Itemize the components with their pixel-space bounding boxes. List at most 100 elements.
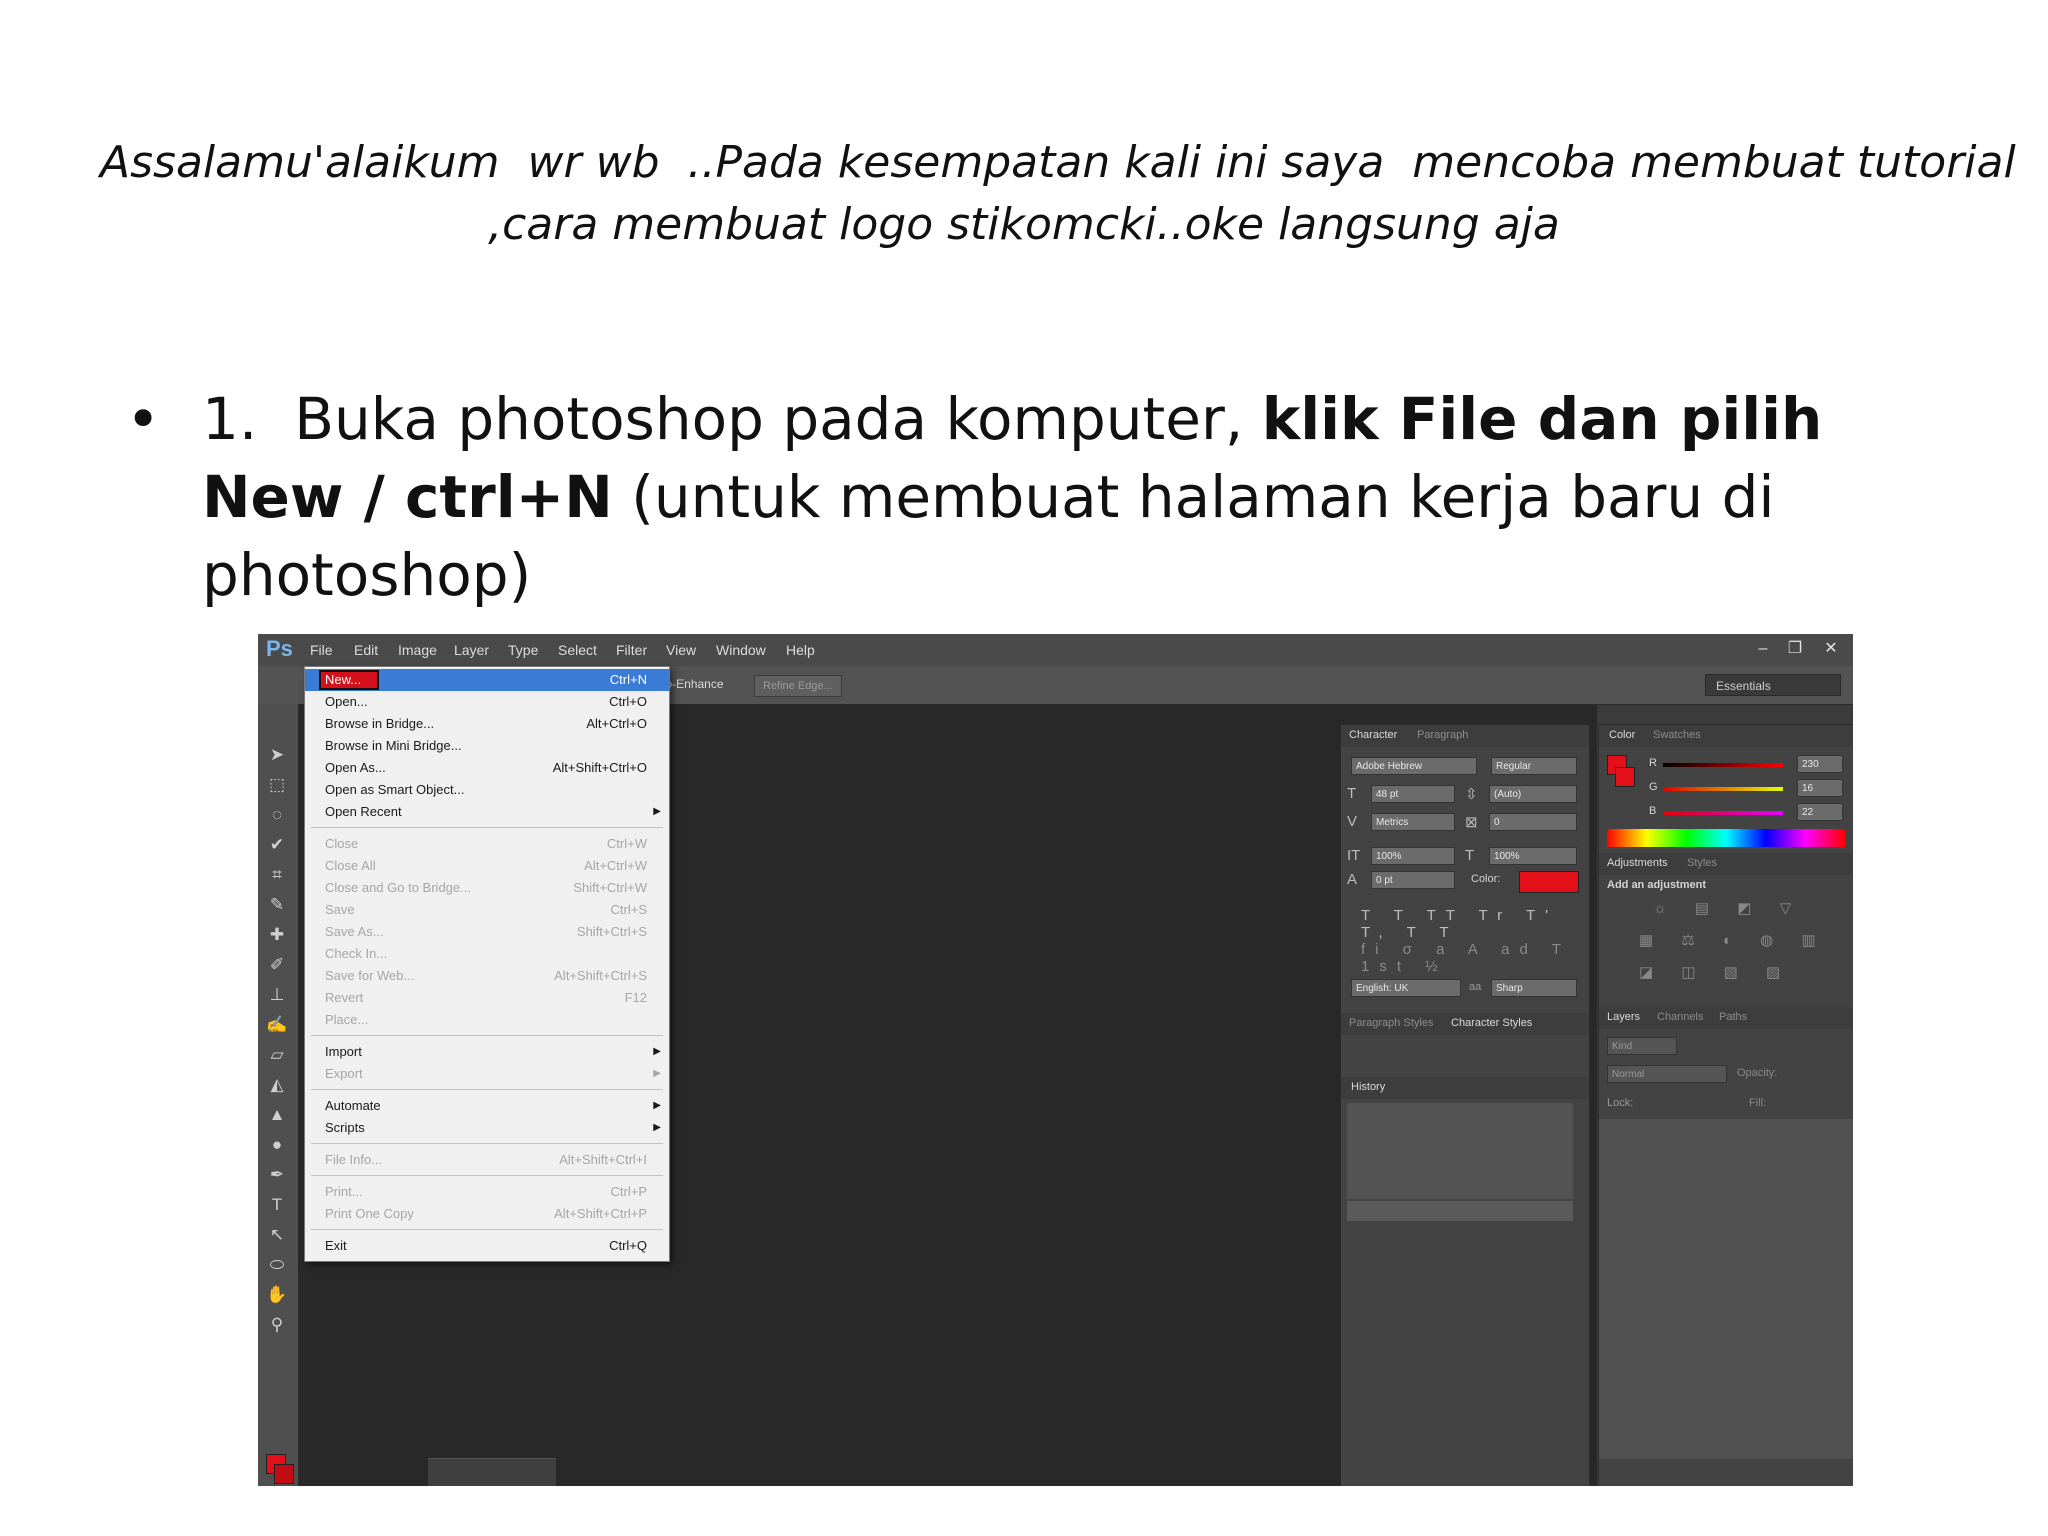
- vertical-scale-field[interactable]: 100%: [1371, 847, 1455, 865]
- quick-select-tool-icon[interactable]: ✔: [266, 834, 288, 856]
- tab-paragraph[interactable]: Paragraph: [1417, 729, 1468, 741]
- background-color-swatch[interactable]: [274, 1464, 294, 1484]
- type-tool-icon[interactable]: T: [266, 1194, 288, 1216]
- adjustment-icons-row-2[interactable]: ▦ ⚖ ◐ ◍ ▥: [1639, 931, 1828, 949]
- history-brush-tool-icon[interactable]: ✍: [266, 1014, 288, 1036]
- horizontal-scale-field[interactable]: 100%: [1489, 847, 1577, 865]
- layer-kind-filter[interactable]: Kind: [1607, 1037, 1677, 1055]
- file-menu-item[interactable]: Import ▶: [305, 1041, 669, 1063]
- r-slider[interactable]: [1663, 763, 1783, 767]
- font-style-select[interactable]: Regular: [1491, 757, 1577, 775]
- file-menu-item[interactable]: Print... Ctrl+P: [305, 1181, 669, 1203]
- tab-character-styles[interactable]: Character Styles: [1451, 1017, 1532, 1029]
- antialias-select[interactable]: Sharp: [1491, 979, 1577, 997]
- baseline-shift-field[interactable]: 0 pt: [1371, 871, 1455, 889]
- tab-history[interactable]: History: [1351, 1081, 1385, 1093]
- font-size-field[interactable]: 48 pt: [1371, 785, 1455, 803]
- tab-color[interactable]: Color: [1609, 729, 1635, 741]
- blur-tool-icon[interactable]: ▲: [266, 1104, 288, 1126]
- font-family-select[interactable]: Adobe Hebrew: [1351, 757, 1477, 775]
- tab-adjustments[interactable]: Adjustments: [1607, 857, 1668, 869]
- close-icon[interactable]: ✕: [1817, 638, 1845, 660]
- menu-type[interactable]: Type: [508, 642, 538, 658]
- paint-bucket-tool-icon[interactable]: ◭: [266, 1074, 288, 1096]
- file-menu-item[interactable]: Browse in Mini Bridge...: [305, 735, 669, 757]
- g-slider[interactable]: [1663, 787, 1783, 791]
- marquee-tool-icon[interactable]: ⬚: [266, 774, 288, 796]
- file-menu-item[interactable]: Save Ctrl+S: [305, 899, 669, 921]
- file-menu-item[interactable]: Place...: [305, 1009, 669, 1031]
- tab-layers[interactable]: Layers: [1607, 1011, 1640, 1023]
- move-tool-icon[interactable]: ➤: [266, 744, 288, 766]
- hand-tool-icon[interactable]: ✋: [266, 1284, 288, 1306]
- file-menu-item[interactable]: Check In...: [305, 943, 669, 965]
- file-menu-item[interactable]: Open As... Alt+Shift+Ctrl+O: [305, 757, 669, 779]
- refine-edge-button[interactable]: Refine Edge...: [754, 675, 842, 697]
- eyedropper-tool-icon[interactable]: ✎: [266, 894, 288, 916]
- file-menu-item[interactable]: New... Ctrl+N: [305, 669, 669, 691]
- menu-edit[interactable]: Edit: [354, 642, 378, 658]
- tab-paragraph-styles[interactable]: Paragraph Styles: [1349, 1017, 1433, 1029]
- file-menu-item[interactable]: Open Recent ▶: [305, 801, 669, 823]
- leading-field[interactable]: (Auto): [1489, 785, 1577, 803]
- kerning-field[interactable]: Metrics: [1371, 813, 1455, 831]
- tab-character[interactable]: Character: [1349, 729, 1397, 741]
- shape-tool-icon[interactable]: ⬭: [266, 1254, 288, 1276]
- file-menu-item[interactable]: Scripts ▶: [305, 1117, 669, 1139]
- menu-image[interactable]: Image: [398, 642, 437, 658]
- adjustment-icons-row-3[interactable]: ◪ ◫ ▧ ▨: [1639, 963, 1792, 981]
- file-menu-item[interactable]: Close Ctrl+W: [305, 833, 669, 855]
- file-menu-item[interactable]: Save As... Shift+Ctrl+S: [305, 921, 669, 943]
- eraser-tool-icon[interactable]: ▱: [266, 1044, 288, 1066]
- tab-swatches[interactable]: Swatches: [1653, 729, 1701, 741]
- file-menu-item[interactable]: Open... Ctrl+O: [305, 691, 669, 713]
- file-menu-item[interactable]: Print One Copy Alt+Shift+Ctrl+P: [305, 1203, 669, 1225]
- tab-paths[interactable]: Paths: [1719, 1011, 1747, 1023]
- stamp-tool-icon[interactable]: ⊥: [266, 984, 288, 1006]
- dodge-tool-icon[interactable]: ●: [266, 1134, 288, 1156]
- menu-window[interactable]: Window: [716, 642, 766, 658]
- file-menu-item[interactable]: Automate ▶: [305, 1095, 669, 1117]
- zoom-tool-icon[interactable]: ⚲: [266, 1314, 288, 1336]
- file-menu-item[interactable]: Open as Smart Object...: [305, 779, 669, 801]
- file-menu-item[interactable]: Exit Ctrl+Q: [305, 1235, 669, 1257]
- healing-tool-icon[interactable]: ✚: [266, 924, 288, 946]
- path-select-tool-icon[interactable]: ↖: [266, 1224, 288, 1246]
- menu-view[interactable]: View: [666, 642, 696, 658]
- blend-mode-select[interactable]: Normal: [1607, 1065, 1727, 1083]
- file-menu-item[interactable]: Close and Go to Bridge... Shift+Ctrl+W: [305, 877, 669, 899]
- file-menu-item[interactable]: File Info... Alt+Shift+Ctrl+I: [305, 1149, 669, 1171]
- menu-file[interactable]: File: [310, 642, 333, 658]
- adjustment-icons-row-1[interactable]: ☼ ▤ ◩ ▽: [1653, 899, 1803, 917]
- b-slider[interactable]: [1663, 811, 1783, 815]
- file-menu-item[interactable]: Close All Alt+Ctrl+W: [305, 855, 669, 877]
- g-value[interactable]: 16: [1797, 779, 1843, 797]
- menu-select[interactable]: Select: [558, 642, 597, 658]
- file-menu-item[interactable]: Revert F12: [305, 987, 669, 1009]
- brush-tool-icon[interactable]: ✐: [266, 954, 288, 976]
- tab-styles[interactable]: Styles: [1687, 857, 1717, 869]
- text-color-swatch[interactable]: [1519, 871, 1579, 893]
- crop-tool-icon[interactable]: ⌗: [266, 864, 288, 886]
- type-style-icons[interactable]: T T TT Tr T' T, T T: [1361, 907, 1589, 941]
- minimize-icon[interactable]: –: [1749, 638, 1777, 660]
- menu-help[interactable]: Help: [786, 642, 815, 658]
- r-value[interactable]: 230: [1797, 755, 1843, 773]
- pen-tool-icon[interactable]: ✒: [266, 1164, 288, 1186]
- file-menu-item[interactable]: Browse in Bridge... Alt+Ctrl+O: [305, 713, 669, 735]
- file-menu-item[interactable]: Save for Web... Alt+Shift+Ctrl+S: [305, 965, 669, 987]
- restore-icon[interactable]: ❐: [1781, 638, 1809, 660]
- color-spectrum[interactable]: [1607, 829, 1845, 847]
- menu-layer[interactable]: Layer: [454, 642, 489, 658]
- color-bg-swatch[interactable]: [1615, 767, 1635, 787]
- workspace-select[interactable]: Essentials: [1705, 674, 1841, 696]
- b-value[interactable]: 22: [1797, 803, 1843, 821]
- mini-bridge-tab[interactable]: [428, 1458, 556, 1486]
- language-select[interactable]: English: UK: [1351, 979, 1461, 997]
- lasso-tool-icon[interactable]: ◌: [266, 804, 288, 826]
- tracking-field[interactable]: 0: [1489, 813, 1577, 831]
- file-menu-item[interactable]: Export ▶: [305, 1063, 669, 1085]
- opentype-icons[interactable]: fi σ a A ad T 1st ½: [1361, 941, 1589, 975]
- menu-filter[interactable]: Filter: [616, 642, 647, 658]
- tab-channels[interactable]: Channels: [1657, 1011, 1703, 1023]
